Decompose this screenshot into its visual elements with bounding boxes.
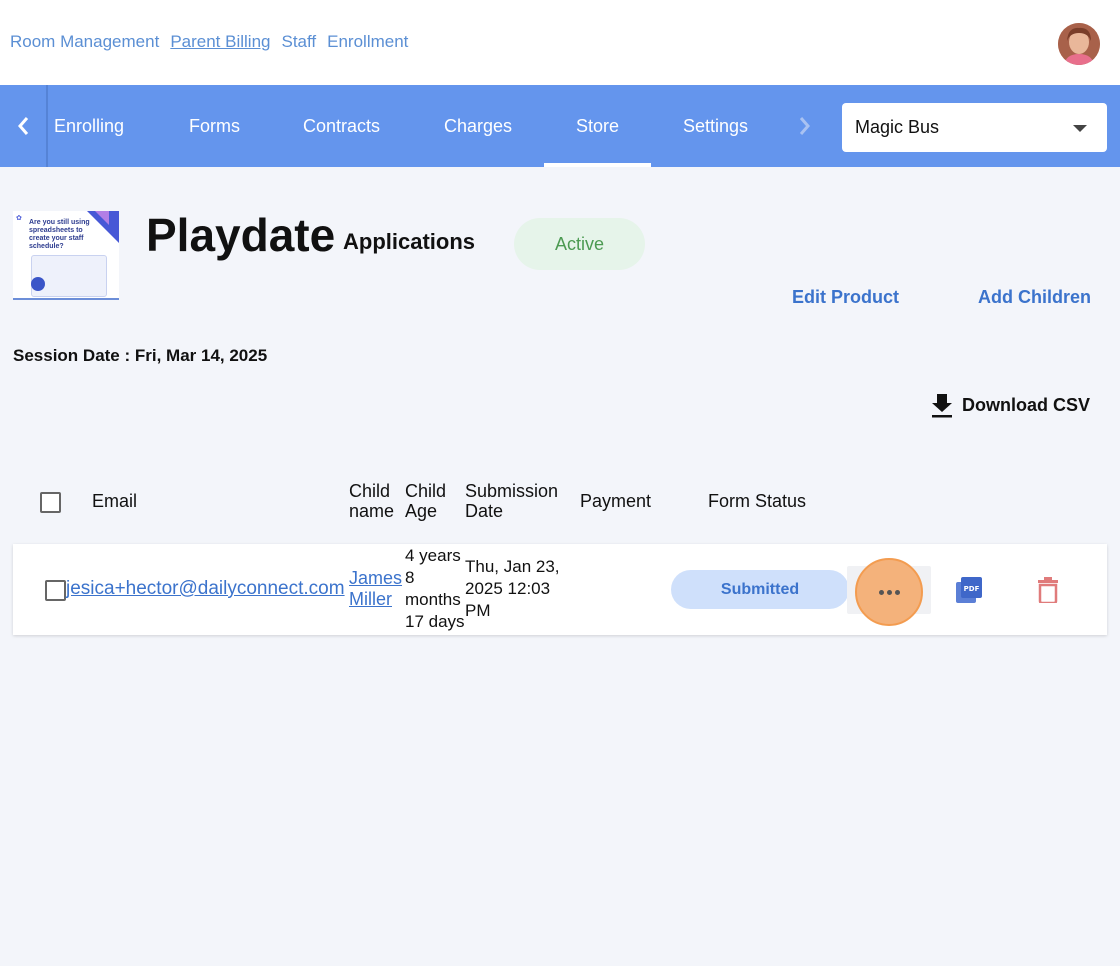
tab-enrolling[interactable]: Enrolling [54, 85, 124, 167]
column-child-name-line1: Child [349, 481, 391, 501]
tab-contracts[interactable]: Contracts [303, 85, 380, 167]
table-row: jesica+hector@dailyconnect.com James Mil… [13, 544, 1107, 635]
top-header: Room Management Parent Billing Staff Enr… [0, 0, 1120, 85]
column-submission-line2: Date [465, 501, 504, 521]
chevron-left-icon [18, 117, 29, 135]
submission-date-line2: 2025 12:03 [465, 579, 551, 598]
column-payment: Payment [580, 491, 652, 511]
download-csv-button[interactable]: Download CSV [930, 392, 1090, 418]
pdf-icon-graphic: PDF [956, 577, 982, 603]
svg-text:PDF: PDF [964, 585, 980, 593]
row-checkbox[interactable] [45, 580, 66, 601]
tab-forms[interactable]: Forms [189, 85, 240, 167]
session-date: Session Date : Fri, Mar 14, 2025 [13, 346, 268, 365]
more-dot-icon [886, 589, 892, 595]
more-dot-icon [878, 589, 884, 595]
status-badge: Active [514, 218, 645, 270]
pdf-icon[interactable]: PDF [955, 576, 983, 604]
tab-charges[interactable]: Charges [444, 85, 512, 167]
child-age-line4: 17 days [405, 612, 465, 631]
row-submission-date: Thu, Jan 23, 2025 12:03 PM [465, 556, 560, 622]
nav-staff[interactable]: Staff [281, 32, 316, 52]
tabs-scroll-left-button[interactable] [0, 85, 48, 167]
download-csv-label: Download CSV [962, 394, 1091, 415]
logo-icon: ✿ [16, 215, 22, 222]
child-age-line3: months [405, 590, 461, 609]
child-name-first-link[interactable]: James [349, 568, 402, 588]
tabs-scroll-right-button[interactable] [785, 85, 825, 167]
row-child-age: 4 years 8 months 17 days [405, 545, 465, 633]
child-name-last-link[interactable]: Miller [349, 589, 392, 609]
column-child-age: Child Age [405, 481, 446, 521]
top-nav: Room Management Parent Billing Staff Enr… [10, 32, 408, 52]
edit-product-button[interactable]: Edit Product [792, 287, 899, 308]
user-photo [1058, 23, 1100, 65]
submission-date-line3: PM [465, 601, 491, 620]
thumbnail-card-graphic [31, 255, 107, 297]
thumbnail-badge-graphic [31, 277, 45, 291]
avatar[interactable] [1058, 23, 1100, 65]
tab-bar: Enrolling Forms Contracts Charges Store … [0, 85, 1120, 167]
email-link[interactable]: jesica+hector@dailyconnect.com [66, 578, 345, 599]
column-submission-line1: Submission [465, 481, 559, 501]
column-child-name: Child name [349, 481, 394, 521]
submission-date-line1: Thu, Jan 23, [465, 557, 560, 576]
nav-parent-billing[interactable]: Parent Billing [170, 32, 270, 52]
delete-icon[interactable] [1037, 577, 1059, 605]
school-select-value: Magic Bus [855, 117, 940, 137]
page-subtitle: Applications [343, 229, 476, 254]
trash-icon [1038, 577, 1058, 605]
thumbnail-text: Are you still using spreadsheets to crea… [29, 219, 90, 250]
tab-settings[interactable]: Settings [683, 85, 748, 167]
chevron-right-icon [799, 117, 810, 135]
tab-store[interactable]: Store [543, 85, 652, 167]
column-email: Email [92, 491, 138, 511]
download-icon [932, 394, 952, 418]
caret-down-icon [1073, 125, 1087, 132]
column-child-name-line2: name [349, 501, 395, 521]
add-children-button[interactable]: Add Children [978, 287, 1091, 308]
column-submission-date: Submission Date [465, 481, 558, 521]
more-dot-icon [894, 589, 900, 595]
row-email: jesica+hector@dailyconnect.com [66, 578, 345, 600]
column-form-status: Form Status [708, 491, 807, 511]
child-age-line1: 4 years [405, 546, 461, 565]
nav-enrollment[interactable]: Enrollment [327, 32, 408, 52]
more-options-button[interactable] [855, 558, 923, 626]
column-child-age-line2: Age [405, 501, 438, 521]
child-age-line2: 8 [405, 568, 415, 587]
row-child-name: James Miller [349, 568, 402, 610]
table-header: Email Child name Child Age Submission Da… [13, 460, 1107, 544]
school-select[interactable]: Magic Bus [842, 103, 1107, 152]
column-child-age-line1: Child [405, 481, 447, 501]
product-thumbnail: ✿ Are you still using spreadsheets to cr… [13, 211, 119, 300]
page-title: Playdate [146, 209, 336, 261]
nav-room-management[interactable]: Room Management [10, 32, 159, 52]
more-actions-cell [847, 558, 931, 626]
form-status-badge: Submitted [671, 570, 849, 609]
select-all-checkbox[interactable] [40, 492, 61, 513]
